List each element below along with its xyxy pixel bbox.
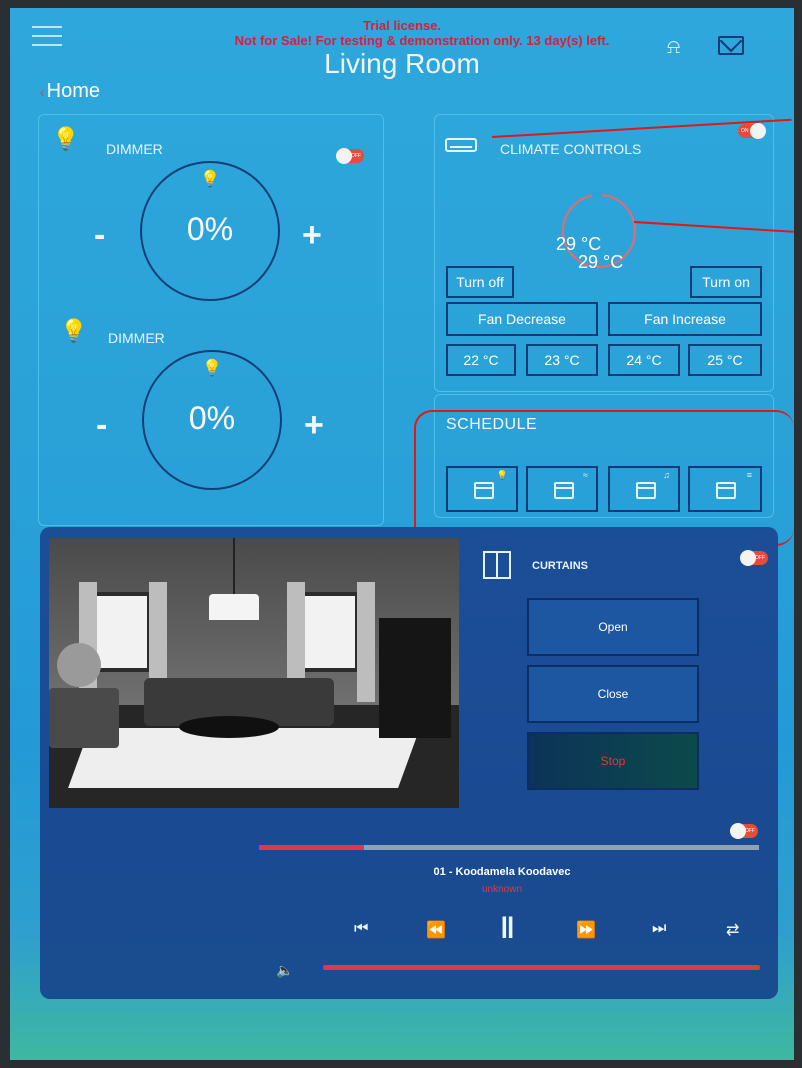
- air-conditioner-icon: [445, 138, 477, 152]
- preset-22-button[interactable]: 22 °C: [446, 344, 516, 376]
- back-chevron-icon: ‹: [40, 84, 45, 100]
- dimmer-2-bulb-icon: 💡: [202, 360, 222, 377]
- curtains-toggle[interactable]: OFF: [740, 550, 768, 566]
- bell-icon[interactable]: ⍾: [667, 36, 680, 59]
- fast-forward-icon[interactable]: ⏩: [576, 920, 596, 940]
- previous-track-icon[interactable]: ⏮: [354, 920, 368, 938]
- dimmer-1-dial[interactable]: 💡 0%: [140, 161, 280, 301]
- dimmer-1-minus-button[interactable]: -: [94, 216, 105, 255]
- dimmer-1-toggle[interactable]: OFF: [336, 148, 364, 164]
- dimmer-2-label: DIMMER: [108, 330, 165, 346]
- preset-25-button[interactable]: 25 °C: [688, 344, 762, 376]
- mail-icon[interactable]: [718, 36, 744, 55]
- media-toggle[interactable]: OFF: [730, 823, 758, 839]
- turn-on-button[interactable]: Turn on: [690, 266, 762, 298]
- repeat-icon[interactable]: ⇄: [726, 920, 739, 940]
- preset-23-button[interactable]: 23 °C: [526, 344, 598, 376]
- volume-icon[interactable]: 🔈: [276, 962, 293, 979]
- dimmer-1-value: 0%: [186, 211, 234, 247]
- dimmer-1-bulb-icon: 💡: [200, 171, 220, 188]
- room-photo: [49, 538, 459, 808]
- dimmer-1-label: DIMMER: [106, 141, 163, 157]
- dimmer-2-plus-button[interactable]: +: [304, 406, 324, 445]
- curtain-open-button[interactable]: Open: [527, 598, 699, 656]
- dimmer-2-dial[interactable]: 💡 0%: [142, 350, 282, 490]
- climate-controls-label: CLIMATE CONTROLS: [500, 141, 642, 157]
- pause-icon[interactable]: ‖: [500, 912, 515, 946]
- set-temperature: 29 °C: [578, 252, 624, 272]
- fan-increase-button[interactable]: Fan Increase: [608, 302, 762, 336]
- curtain-close-button[interactable]: Close: [527, 665, 699, 723]
- track-progress-fill: [259, 845, 364, 850]
- breadcrumb-home[interactable]: Home: [47, 80, 100, 102]
- bulb-icon: 💡: [60, 318, 88, 343]
- track-artist: unknown: [481, 884, 523, 895]
- annotation-box: [414, 410, 794, 546]
- bulb-icon: 💡: [52, 126, 80, 151]
- climate-toggle[interactable]: ON: [738, 123, 766, 139]
- curtain-stop-button[interactable]: Stop: [527, 732, 699, 790]
- preset-24-button[interactable]: 24 °C: [608, 344, 680, 376]
- rewind-icon[interactable]: ⏪: [426, 920, 446, 940]
- dimmer-1-plus-button[interactable]: +: [302, 216, 322, 255]
- app-screen: Living Room Trial license. Not for Sale!…: [10, 8, 794, 1060]
- turn-off-button[interactable]: Turn off: [446, 266, 514, 298]
- fan-decrease-button[interactable]: Fan Decrease: [446, 302, 598, 336]
- track-title: 01 - Koodamela Koodavec: [433, 866, 571, 878]
- curtain-icon: [483, 551, 511, 579]
- dimmer-2-value: 0%: [188, 400, 236, 436]
- dimmer-2-minus-button[interactable]: -: [96, 406, 107, 445]
- trial-line-1: Trial license.: [362, 18, 442, 33]
- next-track-icon[interactable]: ⏭: [652, 920, 666, 938]
- curtains-label: CURTAINS: [532, 560, 589, 572]
- volume-slider[interactable]: [323, 965, 760, 970]
- breadcrumb[interactable]: ‹ Home: [40, 80, 100, 103]
- track-progress-bar[interactable]: [259, 845, 759, 850]
